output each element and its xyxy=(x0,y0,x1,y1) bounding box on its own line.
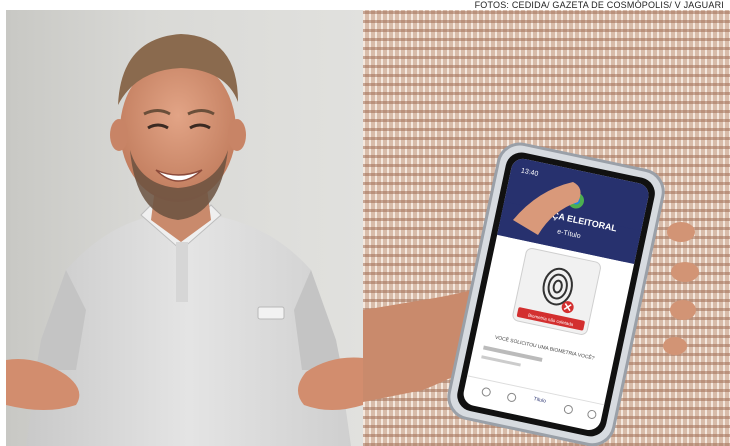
photo-phone-app: 13:40 JUSTIÇA ELEITORAL e-Título Biometr… xyxy=(363,10,730,446)
phone-illustration: 13:40 JUSTIÇA ELEITORAL e-Título Biometr… xyxy=(363,142,699,446)
photo-credit: FOTOS: CEDIDA/ GAZETA DE COSMÓPOLIS/ V J… xyxy=(474,0,724,10)
photo-man-smiling xyxy=(6,10,363,446)
man-illustration xyxy=(6,34,363,446)
